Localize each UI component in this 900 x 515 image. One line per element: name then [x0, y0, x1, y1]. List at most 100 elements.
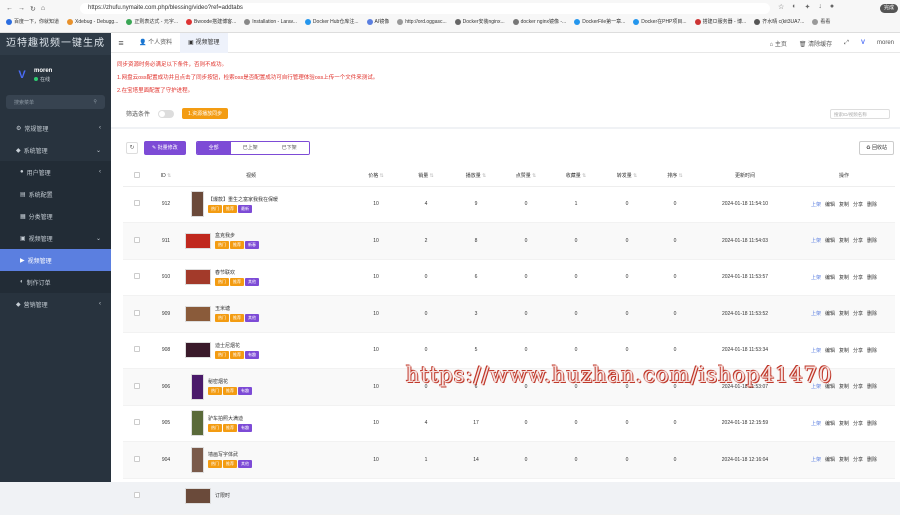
row-checkbox-cell[interactable]: [123, 186, 151, 223]
bookmark-item[interactable]: Docker Hub仓库注...: [304, 18, 359, 25]
video-thumbnail[interactable]: [185, 232, 211, 249]
sort-icon[interactable]: ⇅: [166, 173, 171, 179]
share-button[interactable]: 分享: [853, 202, 863, 208]
sidebar-item-users[interactable]: ● 用户管理 ‹: [0, 161, 111, 183]
row-checkbox-cell[interactable]: [123, 332, 151, 369]
row-checkbox[interactable]: [134, 382, 140, 389]
publish-button[interactable]: 上架: [811, 311, 821, 317]
tab-online[interactable]: 已上架: [230, 142, 270, 154]
tab-offline[interactable]: 已下架: [269, 142, 309, 154]
share-button[interactable]: 分享: [853, 384, 863, 390]
row-checkbox[interactable]: [134, 419, 140, 426]
publish-button[interactable]: 上架: [811, 238, 821, 244]
video-thumbnail[interactable]: [185, 488, 211, 505]
bookmark-item[interactable]: http://ord.oggasc...: [397, 18, 447, 25]
row-checkbox-cell[interactable]: [123, 295, 151, 333]
copy-button[interactable]: 复制: [839, 384, 849, 390]
finish-button[interactable]: 完成: [879, 4, 898, 13]
bookmark-item[interactable]: 正则表达式 - 元字...: [126, 18, 178, 25]
row-checkbox-cell[interactable]: [123, 222, 151, 260]
video-thumbnail[interactable]: [185, 305, 211, 322]
delete-button[interactable]: 删除: [867, 348, 877, 354]
edit-button[interactable]: 编辑: [825, 202, 835, 208]
row-checkbox-cell[interactable]: [123, 405, 151, 442]
sort-icon[interactable]: ⇅: [481, 173, 486, 179]
back-icon[interactable]: ←: [6, 5, 13, 13]
forward-icon[interactable]: →: [18, 5, 25, 13]
sidebar-item-system[interactable]: ◆ 系统管理 ⌄: [0, 139, 111, 161]
row-checkbox[interactable]: [134, 200, 140, 207]
share-button[interactable]: 分享: [853, 311, 863, 317]
bookmark-item[interactable]: Xdebug - Debugg...: [67, 18, 118, 25]
edit-button[interactable]: 编辑: [825, 275, 835, 281]
share-button[interactable]: 分享: [853, 457, 863, 463]
sidebar-item-video[interactable]: ▶ 视频管理: [0, 249, 111, 271]
puzzle-icon[interactable]: ✦: [805, 3, 811, 11]
sort-icon[interactable]: ⇅: [677, 173, 683, 179]
bookmark-item[interactable]: DockerFile第一章...: [574, 18, 625, 25]
row-checkbox-cell[interactable]: [123, 441, 151, 479]
publish-button[interactable]: 上架: [811, 275, 821, 281]
publish-button[interactable]: 上架: [811, 457, 821, 463]
edit-button[interactable]: 编辑: [825, 348, 835, 354]
publish-button[interactable]: 上架: [811, 202, 821, 208]
video-thumbnail[interactable]: [191, 446, 204, 473]
download-icon[interactable]: ↓: [818, 3, 822, 11]
sort-icon[interactable]: ⇅: [581, 173, 586, 179]
sort-icon[interactable]: ⇅: [378, 173, 384, 179]
delete-button[interactable]: 删除: [867, 311, 877, 317]
share-button[interactable]: 分享: [853, 421, 863, 427]
row-checkbox-cell[interactable]: [123, 478, 151, 515]
column-header[interactable]: 收藏量 ⇅: [551, 166, 601, 187]
bookmark-item[interactable]: docker nginx镜像 -...: [512, 18, 566, 25]
video-thumbnail[interactable]: [191, 410, 204, 437]
reload-icon[interactable]: ↻: [30, 5, 36, 13]
menu-toggle-icon[interactable]: ≡: [111, 38, 131, 48]
theme-icon[interactable]: V: [861, 40, 865, 46]
video-thumbnail[interactable]: [191, 191, 204, 218]
delete-button[interactable]: 删除: [867, 202, 877, 208]
video-thumbnail[interactable]: [185, 269, 211, 286]
delete-button[interactable]: 删除: [867, 275, 877, 281]
sidebar-item-marketing[interactable]: ◆ 营销管理 ‹: [0, 293, 111, 315]
tab-all[interactable]: 全部: [196, 142, 231, 154]
bookmark-item[interactable]: 齐水晴 c(kit3UA7...: [754, 18, 804, 25]
edit-button[interactable]: 编辑: [825, 421, 835, 427]
edit-button[interactable]: 编辑: [825, 238, 835, 244]
sort-icon[interactable]: ⇅: [428, 173, 434, 179]
tab-profile[interactable]: 👤 个人资料: [131, 33, 180, 53]
sidebar-item-config[interactable]: ▤ 系统配置: [0, 183, 111, 205]
filter-toggle[interactable]: [158, 109, 175, 118]
profile-icon[interactable]: ●: [830, 3, 834, 11]
share-button[interactable]: 分享: [853, 238, 863, 244]
bookmark-item[interactable]: Docker在PHP项目...: [633, 18, 687, 25]
address-bar[interactable]: https://zhufu.nymaite.com.php/blessing/v…: [80, 3, 770, 14]
row-checkbox[interactable]: [134, 236, 140, 243]
copy-button[interactable]: 复制: [839, 202, 849, 208]
copy-button[interactable]: 复制: [839, 348, 849, 354]
sidebar-search-input[interactable]: 搜索菜单 ⚲: [6, 95, 105, 109]
bookmark-item[interactable]: Installation - Larav...: [244, 18, 297, 25]
extension-icon[interactable]: ◐: [792, 3, 796, 11]
delete-button[interactable]: 删除: [867, 457, 877, 463]
batch-edit-button[interactable]: ✎ 批量修改: [144, 141, 186, 155]
column-header[interactable]: ID ⇅: [151, 166, 181, 187]
row-checkbox-cell[interactable]: [123, 259, 151, 296]
tab-video-manage[interactable]: ▣ 视频管理: [180, 32, 228, 53]
delete-button[interactable]: 删除: [867, 238, 877, 244]
copy-button[interactable]: 复制: [839, 311, 849, 317]
recycle-bin-button[interactable]: ♻ 回收站: [859, 141, 894, 155]
clear-cache-button[interactable]: 🗑 清除缓存: [799, 39, 832, 48]
copy-button[interactable]: 复制: [839, 421, 849, 427]
row-checkbox[interactable]: [134, 309, 140, 316]
select-all-checkbox[interactable]: [134, 171, 140, 178]
delete-button[interactable]: 删除: [867, 384, 877, 390]
edit-button[interactable]: 编辑: [825, 457, 835, 463]
edit-button[interactable]: 编辑: [825, 311, 835, 317]
row-checkbox-cell[interactable]: [123, 368, 151, 406]
row-checkbox[interactable]: [134, 492, 140, 499]
row-checkbox[interactable]: [134, 346, 140, 353]
bookmark-item[interactable]: AI镜像: [366, 18, 389, 25]
column-header[interactable]: 排序 ⇅: [653, 166, 697, 187]
sidebar-item-orders[interactable]: ◐ 制作订单: [0, 271, 111, 293]
